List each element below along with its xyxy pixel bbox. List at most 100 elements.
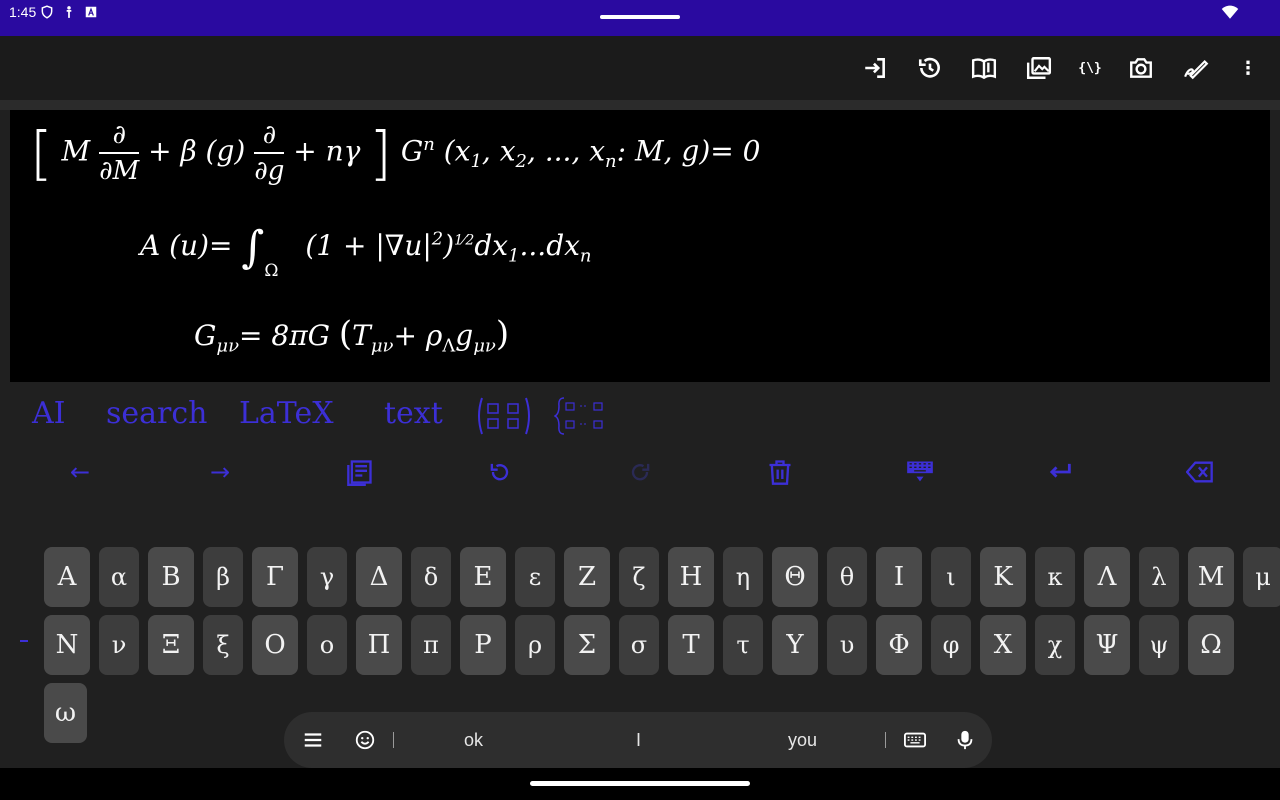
key-row1-11[interactable]: ζ bbox=[619, 547, 659, 607]
key-row2-11[interactable]: σ bbox=[619, 615, 659, 675]
key-row1-19[interactable]: κ bbox=[1035, 547, 1075, 607]
mode-search[interactable]: search bbox=[106, 396, 208, 431]
accessibility-icon bbox=[66, 6, 72, 18]
key-row1-1[interactable]: α bbox=[99, 547, 139, 607]
key-row2-18[interactable]: Χ bbox=[980, 615, 1026, 675]
trash-icon[interactable] bbox=[764, 456, 796, 488]
key-row1-4[interactable]: Γ bbox=[252, 547, 298, 607]
f3-eq: = 8πG bbox=[239, 319, 330, 352]
enter-icon[interactable] bbox=[1044, 456, 1076, 488]
login-icon[interactable] bbox=[861, 54, 889, 82]
suggestion-3[interactable]: you bbox=[788, 730, 817, 751]
book-icon[interactable] bbox=[970, 54, 998, 82]
key-row2-2[interactable]: Ξ bbox=[148, 615, 194, 675]
key-row2-10[interactable]: Σ bbox=[564, 615, 610, 675]
key-row2-17[interactable]: φ bbox=[931, 615, 971, 675]
key-row1-6[interactable]: Δ bbox=[356, 547, 402, 607]
key-row2-3[interactable]: ξ bbox=[203, 615, 243, 675]
wifi-icon bbox=[1221, 5, 1239, 19]
key-row2-7[interactable]: π bbox=[411, 615, 451, 675]
arrow-left-icon[interactable]: ← bbox=[64, 456, 96, 488]
key-row2-16[interactable]: Φ bbox=[876, 615, 922, 675]
key-row1-2[interactable]: Β bbox=[148, 547, 194, 607]
formula-display[interactable]: [ M ∂ ∂M + β (g) ∂ ∂g + nγ ] Gn (x1, x2, .… bbox=[10, 110, 1270, 382]
key-row1-17[interactable]: ι bbox=[931, 547, 971, 607]
key-row1-20[interactable]: Λ bbox=[1084, 547, 1130, 607]
key-row2-1[interactable]: ν bbox=[99, 615, 139, 675]
f1-frac2-num: ∂ bbox=[254, 118, 285, 154]
mic-icon[interactable] bbox=[953, 728, 977, 752]
key-row1-10[interactable]: Ζ bbox=[564, 547, 610, 607]
more-icon[interactable]: ⋮ bbox=[1234, 54, 1262, 82]
key-row1-0[interactable]: Α bbox=[44, 547, 90, 607]
camera-icon[interactable] bbox=[1127, 54, 1155, 82]
cases-icon[interactable] bbox=[554, 394, 614, 438]
key-row1-16[interactable]: Ι bbox=[876, 547, 922, 607]
key-row2-22[interactable]: Ω bbox=[1188, 615, 1234, 675]
suggestion-1[interactable]: ok bbox=[464, 730, 483, 751]
key-row1-21[interactable]: λ bbox=[1139, 547, 1179, 607]
document-icon[interactable] bbox=[344, 456, 376, 488]
edit-action-row: ← → bbox=[0, 450, 1280, 494]
f1-frac1-num: ∂ bbox=[99, 118, 140, 154]
key-row1-18[interactable]: Κ bbox=[980, 547, 1026, 607]
redo-icon[interactable] bbox=[624, 456, 656, 488]
gallery-icon[interactable] bbox=[1025, 54, 1053, 82]
key-row2-21[interactable]: ψ bbox=[1139, 615, 1179, 675]
key-row1-23[interactable]: μ bbox=[1243, 547, 1280, 607]
matrix-icon[interactable] bbox=[474, 394, 534, 438]
key-row2-9[interactable]: ρ bbox=[515, 615, 555, 675]
backspace-icon[interactable] bbox=[1184, 456, 1216, 488]
key-row1-13[interactable]: η bbox=[723, 547, 763, 607]
braces-icon[interactable]: {\} bbox=[1076, 54, 1104, 82]
home-handle[interactable] bbox=[530, 781, 750, 786]
mode-ai[interactable]: AI bbox=[32, 396, 66, 431]
key-row1-7[interactable]: δ bbox=[411, 547, 451, 607]
f1-sub1: 1 bbox=[470, 151, 482, 173]
arrow-left-label: ← bbox=[69, 458, 91, 486]
key-row1-8[interactable]: Ε bbox=[460, 547, 506, 607]
history-icon[interactable] bbox=[916, 54, 944, 82]
f1-m: M bbox=[61, 134, 91, 168]
key-row2-5[interactable]: ο bbox=[307, 615, 347, 675]
menu-icon[interactable] bbox=[301, 728, 325, 752]
suggestion-divider bbox=[885, 732, 886, 748]
key-row2-15[interactable]: υ bbox=[827, 615, 867, 675]
handwriting-icon[interactable] bbox=[1182, 54, 1210, 82]
key-row2-14[interactable]: Υ bbox=[772, 615, 818, 675]
keyboard-icon[interactable] bbox=[903, 728, 927, 752]
key-row2-6[interactable]: Π bbox=[356, 615, 402, 675]
f3-close: ) bbox=[495, 314, 510, 354]
key-row1-15[interactable]: θ bbox=[827, 547, 867, 607]
key-row2-12[interactable]: Τ bbox=[668, 615, 714, 675]
input-mode-row: AI search LaTeX text bbox=[0, 392, 1280, 442]
keyboard-hide-icon[interactable] bbox=[904, 456, 936, 488]
key-row2-20[interactable]: Ψ bbox=[1084, 615, 1130, 675]
key-row2-0[interactable]: Ν bbox=[44, 615, 90, 675]
key-row1-12[interactable]: Η bbox=[668, 547, 714, 607]
key-row1-14[interactable]: Θ bbox=[772, 547, 818, 607]
key-row2-13[interactable]: τ bbox=[723, 615, 763, 675]
arrow-right-icon[interactable]: → bbox=[204, 456, 236, 488]
suggestion-2[interactable]: I bbox=[636, 730, 641, 751]
f2-integral: ∫ bbox=[241, 222, 265, 273]
key-row1-3[interactable]: β bbox=[203, 547, 243, 607]
a-box-icon bbox=[85, 6, 97, 18]
key-row1-9[interactable]: ε bbox=[515, 547, 555, 607]
key-row2-4[interactable]: Ο bbox=[252, 615, 298, 675]
key-row1-22[interactable]: Μ bbox=[1188, 547, 1234, 607]
mode-text[interactable]: text bbox=[384, 396, 443, 431]
f1-frac1-den: ∂M bbox=[99, 156, 140, 186]
key-row2-19[interactable]: χ bbox=[1035, 615, 1075, 675]
emoji-icon[interactable] bbox=[353, 728, 377, 752]
separator-strip bbox=[0, 100, 1280, 110]
bracket-close: ] bbox=[369, 119, 392, 187]
f3-plus-rho: + ρ bbox=[393, 319, 443, 352]
key-row1-5[interactable]: γ bbox=[307, 547, 347, 607]
keyboard-indicator bbox=[20, 640, 28, 642]
mode-latex[interactable]: LaTeX bbox=[239, 396, 334, 431]
key-row2-8[interactable]: Ρ bbox=[460, 615, 506, 675]
undo-icon[interactable] bbox=[484, 456, 516, 488]
f2-sub1: 1 bbox=[508, 245, 520, 267]
key-row3-0[interactable]: ω bbox=[44, 683, 87, 743]
